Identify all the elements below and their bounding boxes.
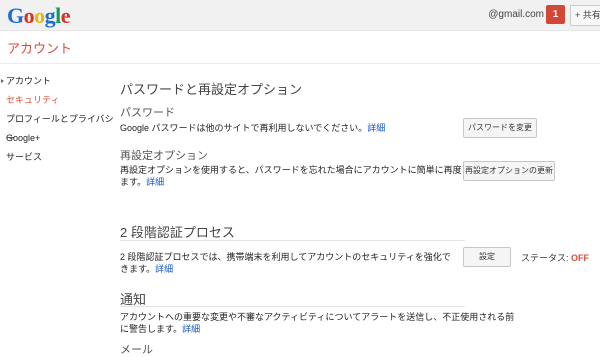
notifications-learn-more-link[interactable]: 詳細: [182, 324, 200, 334]
sidebar-item-profile-privacy[interactable]: プロフィールとプライバシー: [0, 110, 120, 143]
change-password-button[interactable]: パスワードを変更: [463, 118, 537, 138]
sidebar: アカウント セキュリティ プロフィールとプライバシー Google+ サービス: [0, 72, 120, 167]
section-title-two-step: 2 段階認証プロセス: [120, 225, 235, 240]
password-description: Google パスワードは他のサイトで再利用しないでください。詳細: [120, 123, 386, 133]
status-badge: OFF: [571, 253, 590, 263]
recovery-description: 再設定オプションを使用すると、パスワードを忘れた場合にアカウントに簡単に再度アク…: [120, 165, 516, 187]
password-learn-more-link[interactable]: 詳細: [367, 123, 385, 133]
two-step-description: 2 段階認証プロセスでは、携帯端末を利用してアカウントのセキュリティを強化できま…: [120, 252, 451, 274]
divider: [120, 306, 465, 307]
sidebar-item-account[interactable]: アカウント: [0, 72, 120, 91]
two-step-status: ステータス: OFF: [521, 253, 590, 263]
setup-two-step-button[interactable]: 設定: [463, 247, 511, 267]
update-recovery-options-button[interactable]: 再設定オプションの更新: [463, 161, 555, 181]
recovery-learn-more-link[interactable]: 詳細: [146, 177, 164, 187]
google-logo[interactable]: Google: [7, 3, 71, 29]
recovery-heading: 再設定オプション: [120, 150, 208, 162]
page-title: アカウント: [7, 41, 73, 56]
password-heading: パスワード: [120, 107, 175, 119]
mail-heading: メール: [120, 344, 153, 356]
sidebar-item-google-plus[interactable]: Google+: [0, 129, 120, 148]
sidebar-item-services[interactable]: サービス: [0, 148, 120, 167]
divider: [120, 240, 465, 241]
main-content: パスワードと再設定オプション パスワード Google パスワードは他のサイトで…: [120, 0, 600, 357]
sidebar-item-security[interactable]: セキュリティ: [0, 91, 120, 110]
notifications-description: アカウントへの重要な変更や不審なアクティビティについてアラートを送信し、不正使用…: [120, 312, 515, 334]
section-title-password: パスワードと再設定オプション: [120, 82, 303, 97]
two-step-learn-more-link[interactable]: 詳細: [155, 264, 173, 274]
